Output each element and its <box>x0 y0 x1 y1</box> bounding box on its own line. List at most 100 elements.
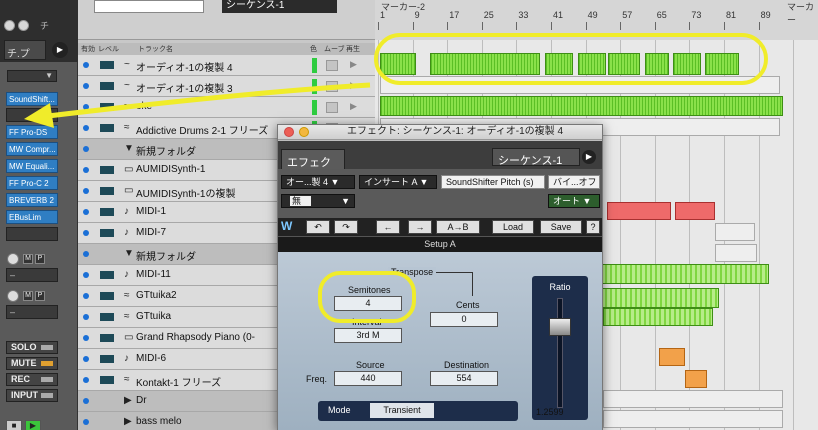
track-type-icon[interactable]: ▼ <box>124 143 134 154</box>
mute-mini-button[interactable]: M <box>23 254 33 264</box>
sequence-selector[interactable]: シーケンス-1 <box>222 0 337 13</box>
sequence-dropdown[interactable]: シーケンス-1 ▼ <box>492 148 580 180</box>
track-enable-toggle[interactable] <box>83 314 89 320</box>
move-button[interactable] <box>326 102 338 113</box>
cents-field[interactable]: 0 <box>430 312 498 327</box>
mute-mini-button[interactable]: M <box>23 291 33 301</box>
track-type-icon[interactable]: ▼ <box>124 248 134 259</box>
track-name[interactable]: AUMIDISynth-1の複製 <box>136 185 235 200</box>
move-button[interactable] <box>326 81 338 92</box>
track-name[interactable]: 新規フォルダ <box>136 248 196 263</box>
save-button[interactable]: Save <box>540 220 582 234</box>
undo-button[interactable]: ↶ <box>306 220 330 234</box>
output-dropdown[interactable]: ▼ <box>7 70 57 82</box>
stop-button[interactable]: ■ <box>6 420 22 430</box>
minimize-window-button[interactable] <box>18 20 29 31</box>
track-enable-toggle[interactable] <box>83 398 89 404</box>
next-preset-button[interactable]: → <box>408 220 432 234</box>
audio-clip[interactable] <box>675 202 715 220</box>
close-window-button[interactable] <box>4 20 15 31</box>
track-enable-toggle[interactable] <box>83 377 89 383</box>
audio-clip[interactable] <box>603 390 783 408</box>
plugin-slot-2[interactable]: FF Pro-DS <box>6 125 58 139</box>
insert-dropdown[interactable]: インサート A ▼ <box>359 175 437 189</box>
track-enable-toggle[interactable] <box>83 272 89 278</box>
track-name[interactable]: Kontakt-1 フリーズ <box>136 374 221 389</box>
close-window-button[interactable] <box>284 127 294 137</box>
audio-clip[interactable] <box>607 202 671 220</box>
audio-clip[interactable] <box>603 410 783 428</box>
track-enable-toggle[interactable] <box>83 146 89 152</box>
track-enable-toggle[interactable] <box>83 167 89 173</box>
track-name[interactable]: MIDI-6 <box>136 353 166 364</box>
preset-dropdown[interactable]: 無 ▼ <box>281 194 355 208</box>
track-color-swatch[interactable] <box>312 58 317 73</box>
plugin-slot-7[interactable]: EBusLim <box>6 210 58 224</box>
track-type-icon[interactable]: ▶ <box>124 416 132 427</box>
redo-button[interactable]: ↷ <box>334 220 358 234</box>
track-color-swatch[interactable] <box>312 100 317 115</box>
play-icon[interactable]: ▶ <box>350 59 357 70</box>
pan-knob[interactable] <box>7 290 19 302</box>
destination-freq-field[interactable]: 554 <box>430 371 498 386</box>
marker-label[interactable]: マーカー-2 <box>381 0 425 13</box>
plugin-slot-empty[interactable] <box>6 227 58 241</box>
track-name[interactable]: MIDI-7 <box>136 227 166 238</box>
tab-channel-plugins[interactable]: チ.プ <box>4 40 46 60</box>
mode-toggle[interactable]: Transient <box>370 403 434 418</box>
track-enable-toggle[interactable] <box>83 125 89 131</box>
plugin-slot-3[interactable]: MW Compr... <box>6 142 58 156</box>
track-name[interactable]: bass melo <box>136 416 182 427</box>
setup-ab-bar[interactable]: Setup A <box>278 236 602 252</box>
track-enable-toggle[interactable] <box>83 293 89 299</box>
audio-clip[interactable] <box>659 348 685 366</box>
ab-compare-button[interactable]: A→B <box>436 220 480 234</box>
track-row[interactable]: ~ オーディオ-1の複製 3 ▶ <box>78 76 375 97</box>
track-name[interactable]: オーディオ-1の複製 3 <box>136 80 233 95</box>
plugin-slot-5[interactable]: FF Pro-C 2 <box>6 176 58 190</box>
audio-clip[interactable] <box>715 223 755 241</box>
track-enable-toggle[interactable] <box>83 62 89 68</box>
interval-field[interactable]: 3rd M <box>334 328 402 343</box>
play-icon[interactable]: ▶ <box>350 80 357 91</box>
plugin-slot-4[interactable]: MW Equali... <box>6 159 58 173</box>
audio-clip[interactable] <box>603 308 713 326</box>
bypass-dropdown[interactable]: バイ...オフ <box>548 175 600 189</box>
load-button[interactable]: Load <box>492 220 534 234</box>
track-name[interactable]: オーディオ-1の複製 4 <box>136 59 233 74</box>
automation-dropdown[interactable]: オート ▼ <box>548 194 600 208</box>
track-name[interactable]: AUMIDISynth-1 <box>136 164 205 175</box>
track-enable-toggle[interactable] <box>83 188 89 194</box>
track-name[interactable]: Addictive Drums 2-1 フリーズ <box>136 122 268 137</box>
track-name[interactable]: Grand Rhapsody Piano (0- <box>136 332 255 343</box>
track-enable-toggle[interactable] <box>83 104 89 110</box>
source-freq-field[interactable]: 440 <box>334 371 402 386</box>
track-name[interactable]: oke <box>136 101 152 112</box>
track-enable-toggle[interactable] <box>83 419 89 425</box>
input-button[interactable]: INPUT <box>6 389 58 402</box>
tab-effect[interactable]: エフェクト <box>281 149 345 185</box>
play-icon[interactable]: ▶ <box>350 101 357 112</box>
audio-clip[interactable] <box>599 288 719 308</box>
audio-clip[interactable] <box>599 264 769 284</box>
play-button[interactable]: ▶ <box>25 420 41 430</box>
minimize-window-button[interactable] <box>299 127 309 137</box>
help-button[interactable]: ? <box>586 220 600 234</box>
track-slot-dropdown[interactable]: オー...製 4 ▼ <box>281 175 355 189</box>
track-enable-toggle[interactable] <box>83 251 89 257</box>
track-type-icon[interactable]: ▶ <box>124 395 132 406</box>
track-enable-toggle[interactable] <box>83 335 89 341</box>
marker-label[interactable]: マーカー <box>787 0 818 26</box>
move-button[interactable] <box>326 60 338 71</box>
track-name[interactable]: MIDI-1 <box>136 206 166 217</box>
track-row[interactable]: ≈ oke ▶ <box>78 97 375 118</box>
send-field[interactable]: – <box>6 305 58 319</box>
track-row[interactable]: ~ オーディオ-1の複製 4 ▶ <box>78 55 375 76</box>
search-input[interactable] <box>94 0 204 13</box>
plugin-name-field[interactable]: SoundShifter Pitch (s) <box>441 175 545 189</box>
track-name[interactable]: Dr <box>136 395 147 406</box>
track-name[interactable]: GTtuika2 <box>136 290 177 301</box>
track-name[interactable]: 新規フォルダ <box>136 143 196 158</box>
sequence-menu-button[interactable]: ▶ <box>582 150 596 164</box>
plugin-slot-1[interactable]: SoundShift... <box>6 92 58 106</box>
